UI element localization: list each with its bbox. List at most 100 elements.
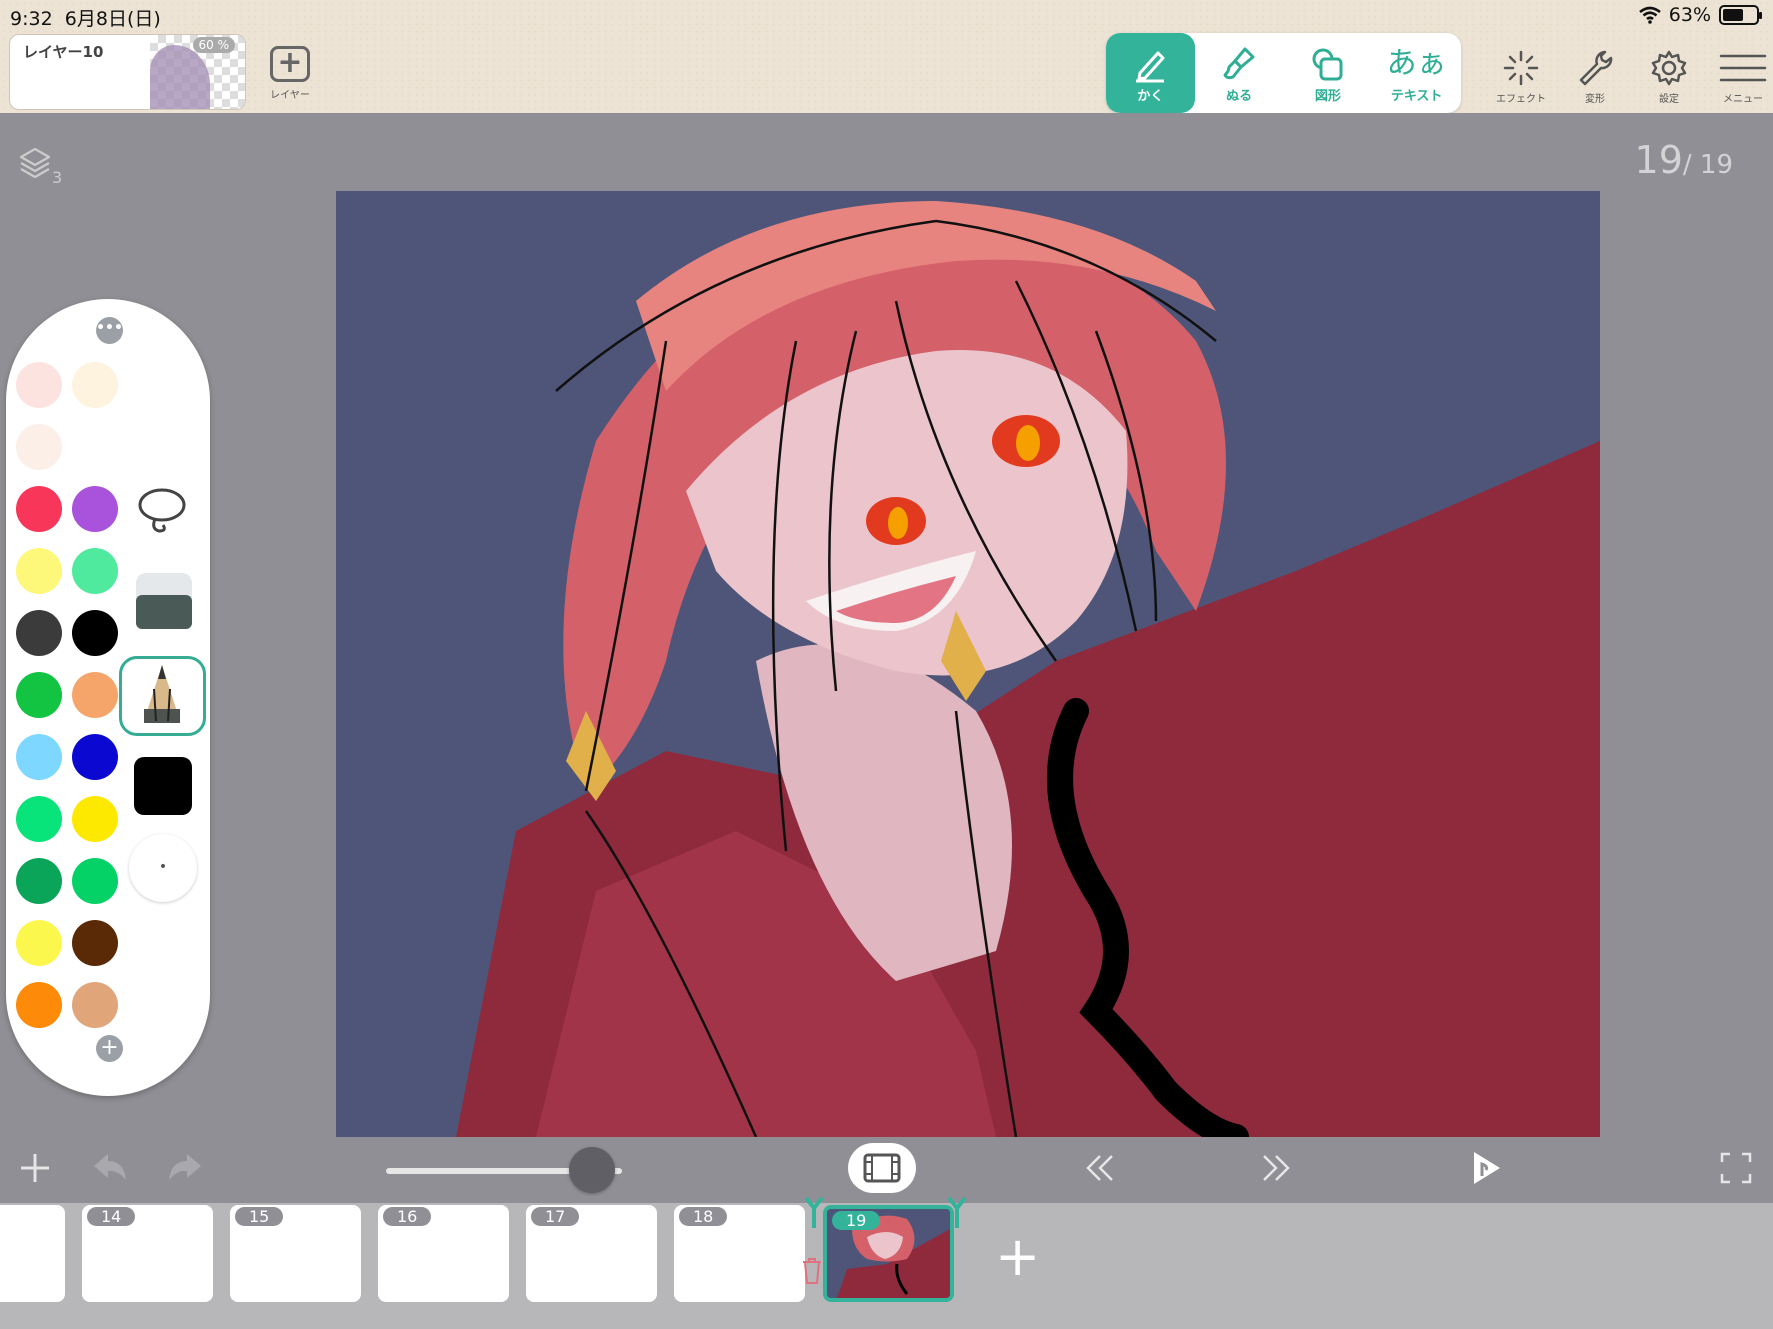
color-swatch[interactable] (16, 486, 62, 532)
lasso-tool[interactable] (119, 469, 206, 549)
brush-size-button[interactable]: • (119, 829, 206, 909)
color-swatch[interactable] (72, 920, 118, 966)
undo-button[interactable] (90, 1148, 130, 1192)
frame-number: 15 (235, 1207, 284, 1226)
fullscreen-button[interactable] (1716, 1148, 1756, 1192)
undo-icon (94, 1154, 126, 1180)
add-button[interactable] (18, 1148, 52, 1192)
marker-icon (804, 1196, 824, 1228)
color-picker-current[interactable] (119, 745, 206, 825)
pencil-icon (1136, 51, 1165, 83)
play-button[interactable] (1466, 1148, 1506, 1192)
color-palette: ••• • + (6, 299, 210, 1096)
color-swatch[interactable] (72, 548, 118, 594)
color-swatch[interactable] (72, 610, 118, 656)
color-swatch[interactable] (16, 548, 62, 594)
frame-thumb-18[interactable]: 18 (674, 1205, 805, 1302)
play-icon (1474, 1152, 1500, 1184)
frame-total: / 19 (1682, 150, 1733, 180)
rewind-icon (1086, 1155, 1113, 1181)
drawing-canvas[interactable] (336, 191, 1600, 1137)
prev-frame-button[interactable] (1080, 1148, 1120, 1192)
effect-button[interactable]: エフェクト (1495, 48, 1547, 105)
gear-icon (1651, 50, 1687, 86)
right-tools: エフェクト 変形 設定 メニュー (1495, 48, 1769, 105)
frame-number: 18 (679, 1207, 728, 1226)
frame-thumb-19-current[interactable]: 19 (823, 1205, 954, 1302)
color-swatch[interactable] (16, 362, 62, 408)
color-swatch[interactable] (16, 610, 62, 656)
plus-icon (21, 1154, 49, 1182)
frame-thumb-17[interactable]: 17 (526, 1205, 657, 1302)
status-time: 9:32 (10, 8, 53, 30)
color-swatch[interactable] (72, 362, 118, 408)
color-swatch[interactable] (16, 858, 62, 904)
slider-thumb[interactable] (569, 1147, 615, 1193)
delete-frame-button[interactable] (800, 1255, 824, 1289)
wrench-icon (1579, 50, 1613, 86)
next-frame-button[interactable] (1256, 1148, 1296, 1192)
tool-text[interactable]: あぁ テキスト (1372, 33, 1461, 113)
add-layer-button[interactable]: + レイヤー (265, 46, 315, 101)
color-swatch[interactable] (16, 672, 62, 718)
color-swatch[interactable] (72, 672, 118, 718)
range-end-marker[interactable] (947, 1196, 967, 1234)
lasso-icon (138, 488, 186, 533)
color-swatch[interactable] (72, 734, 118, 780)
pencil-tool[interactable] (119, 656, 206, 736)
current-layer-card[interactable]: レイヤー10 60 % (9, 34, 246, 110)
color-swatch[interactable] (72, 796, 118, 842)
frame-number: 16 (383, 1207, 432, 1226)
film-view-button[interactable] (848, 1143, 916, 1193)
layers-indicator[interactable]: 3 (18, 146, 62, 187)
tool-group: かく ぬる 図形 あぁ テキスト (1106, 33, 1461, 113)
menu-button[interactable]: メニュー (1717, 48, 1769, 105)
tool-shape-label: 図形 (1314, 89, 1341, 104)
trash-icon (803, 1258, 821, 1284)
hamburger-icon (1719, 54, 1767, 82)
redo-icon (169, 1154, 201, 1180)
sparkle-icon (1503, 50, 1539, 86)
color-swatch[interactable] (72, 858, 118, 904)
pencil-brush-icon (144, 665, 180, 723)
status-right: 63% (1638, 4, 1762, 26)
tool-draw[interactable]: かく (1106, 33, 1195, 113)
color-swatch[interactable] (72, 982, 118, 1028)
tool-shape[interactable]: 図形 (1284, 33, 1373, 113)
color-swatch[interactable] (16, 424, 62, 470)
marker-icon (947, 1196, 967, 1228)
palette-more-button[interactable]: ••• (96, 317, 123, 344)
forward-icon (1263, 1155, 1290, 1181)
color-swatch[interactable] (72, 424, 118, 470)
layer-name: レイヤー10 (23, 43, 104, 61)
frame-thumb-13[interactable] (0, 1205, 65, 1302)
add-frame-button[interactable]: + (995, 1230, 1040, 1284)
layer-count: 3 (52, 168, 63, 187)
frame-number: 19 (832, 1211, 881, 1230)
tool-draw-label: かく (1137, 89, 1164, 104)
color-swatch[interactable] (16, 920, 62, 966)
transform-button[interactable]: 変形 (1569, 48, 1621, 105)
fullscreen-icon (1720, 1152, 1752, 1184)
frame-thumb-14[interactable]: 14 (82, 1205, 213, 1302)
frame-thumb-16[interactable]: 16 (378, 1205, 509, 1302)
transform-label: 変形 (1585, 94, 1605, 105)
tool-fill-label: ぬる (1226, 89, 1253, 104)
color-swatch[interactable] (72, 486, 118, 532)
add-color-button[interactable]: + (96, 1035, 123, 1062)
settings-button[interactable]: 設定 (1643, 48, 1695, 105)
layers-icon (19, 147, 51, 179)
tool-fill[interactable]: ぬる (1195, 33, 1284, 113)
frame-number: 14 (87, 1207, 136, 1226)
color-swatch[interactable] (16, 734, 62, 780)
add-layer-icon: + (270, 46, 310, 82)
eraser-tool[interactable] (119, 559, 206, 639)
range-start-marker[interactable] (804, 1196, 824, 1234)
frame-thumb-15[interactable]: 15 (230, 1205, 361, 1302)
brush-icon (1223, 47, 1255, 80)
redo-button[interactable] (165, 1148, 205, 1192)
color-swatch[interactable] (16, 796, 62, 842)
top-toolbar: 9:32 6月8日(日) 63% レイヤー10 60 % + レイヤー かく ぬ… (0, 0, 1773, 113)
color-swatch[interactable] (16, 982, 62, 1028)
tool-text-label: テキスト (1390, 89, 1443, 104)
